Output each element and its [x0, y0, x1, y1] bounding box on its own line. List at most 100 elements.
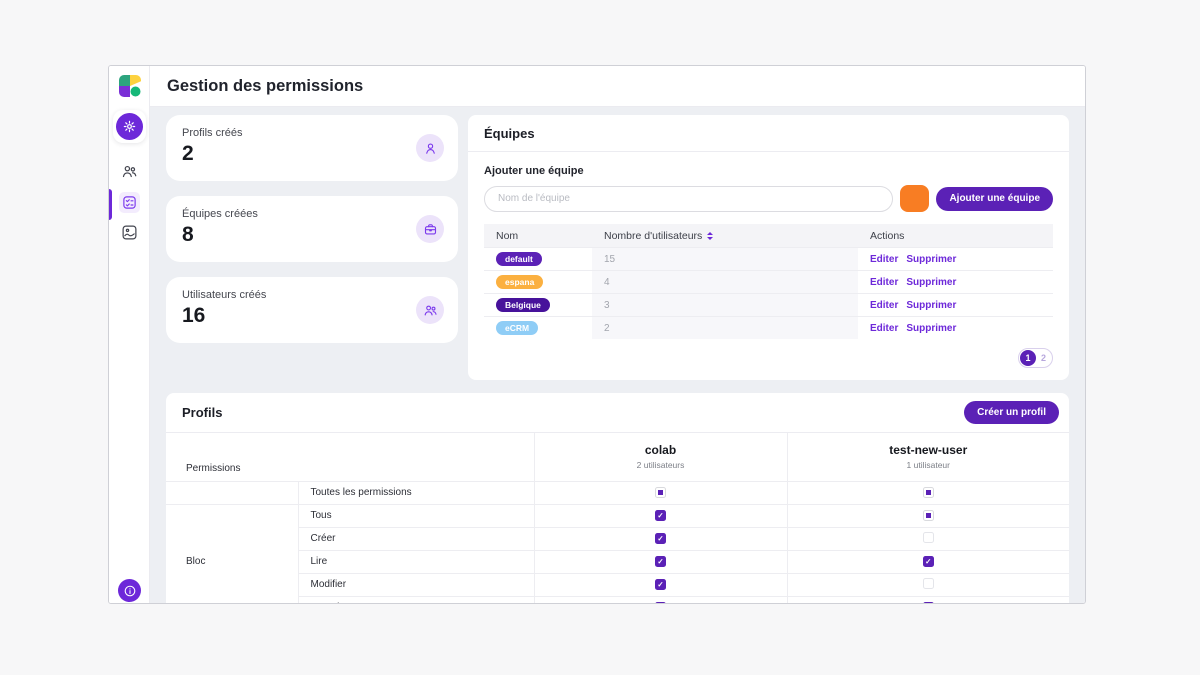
pagination: 1 2 [1018, 348, 1053, 368]
person-icon [416, 134, 444, 162]
permission-checkbox-checked[interactable]: ✓ [923, 602, 934, 603]
permission-row: Supprimer✓✓ [166, 596, 1069, 603]
edit-link[interactable]: Editer [870, 277, 898, 288]
permission-label: Créer [298, 527, 534, 550]
teams-table-header: Nom Nombre d'utilisateurs Actions [484, 224, 1053, 247]
team-users-count: 4 [592, 271, 858, 293]
teams-table-body: default 15 Editer Supprimer espana 4 Editer Sup… [484, 247, 1053, 339]
stat-label: Utilisateurs créés [182, 289, 442, 301]
header-nom: Nom [484, 224, 592, 247]
permission-checkbox-indeterminate[interactable] [923, 510, 934, 521]
media-icon [121, 224, 138, 241]
permission-group-cell [166, 481, 298, 504]
stat-card-users: Utilisateurs créés 16 [166, 277, 458, 343]
permission-row: Toutes les permissions [166, 481, 1069, 504]
permission-label: Tous [298, 504, 534, 527]
delete-link[interactable]: Supprimer [906, 254, 956, 265]
profile-user-count: 2 utilisateurs [535, 460, 787, 470]
team-users-count: 15 [592, 248, 858, 270]
checkbox-cell [787, 481, 1069, 504]
profiles-panel-title: Profils [182, 405, 222, 420]
permission-checkbox-unchecked[interactable] [923, 578, 934, 589]
permissions-header-row: Permissionscolab 2 utilisateurstest-new-u… [166, 433, 1069, 481]
team-actions-cell: Editer Supprimer [858, 294, 1053, 316]
team-name-cell: default [484, 248, 592, 270]
pagination-page-2[interactable]: 2 [1036, 353, 1051, 363]
team-name-input[interactable] [484, 186, 893, 212]
delete-link[interactable]: Supprimer [906, 277, 956, 288]
sidebar-item-settings[interactable] [113, 110, 146, 143]
permission-row: Lire ✓ ✓ [166, 550, 1069, 573]
team-name-cell: espana [484, 271, 592, 293]
permission-row: Créer ✓ [166, 527, 1069, 550]
topbar: Gestion des permissions [150, 66, 1085, 107]
pagination-page-1[interactable]: 1 [1020, 350, 1036, 366]
team-actions-cell: Editer Supprimer [858, 248, 1053, 270]
permission-checkbox-checked[interactable]: ✓ [923, 556, 934, 567]
team-actions-cell: Editer Supprimer [858, 317, 1053, 339]
create-profile-button[interactable]: Créer un profil [964, 401, 1059, 424]
team-name-cell: Belgique [484, 294, 592, 316]
permission-checkbox-unchecked[interactable] [923, 532, 934, 543]
team-row: espana 4 Editer Supprimer [484, 270, 1053, 293]
sidebar-item-media[interactable] [109, 224, 150, 241]
permission-checkbox-checked[interactable]: ✓ [655, 510, 666, 521]
team-badge: espana [496, 275, 543, 290]
checkbox-cell [534, 481, 787, 504]
add-team-button[interactable]: Ajouter une équipe [936, 187, 1053, 211]
edit-link[interactable]: Editer [870, 323, 898, 334]
stat-card-profiles: Profils créés 2 [166, 115, 458, 181]
add-team-label: Ajouter une équipe [484, 165, 1053, 177]
checkbox-cell: ✓ [534, 596, 787, 603]
stat-card-teams: Équipes créées 8 [166, 196, 458, 262]
permission-checkbox-indeterminate[interactable] [923, 487, 934, 498]
permission-checkbox-indeterminate[interactable] [655, 487, 666, 498]
team-row: Belgique 3 Editer Supprimer [484, 293, 1053, 316]
header-actions: Actions [858, 224, 1053, 247]
team-row: eCRM2EditerSupprimer [484, 316, 1053, 339]
permissions-header-label: Permissions [166, 433, 534, 481]
permissions-table: Permissionscolab 2 utilisateurstest-new-u… [166, 433, 1069, 603]
stat-value: 8 [182, 223, 442, 247]
team-users-count: 3 [592, 294, 858, 316]
edit-link[interactable]: Editer [870, 254, 898, 265]
team-row: default 15 Editer Supprimer [484, 247, 1053, 270]
checkbox-cell [787, 573, 1069, 596]
header-users: Nombre d'utilisateurs [592, 224, 858, 247]
permission-label: Lire [298, 550, 534, 573]
team-badge: default [496, 252, 542, 267]
delete-link[interactable]: Supprimer [906, 300, 956, 311]
team-badge: Belgique [496, 298, 550, 313]
permission-checkbox-checked[interactable]: ✓ [655, 602, 666, 603]
info-button[interactable] [118, 579, 141, 602]
delete-link[interactable]: Supprimer [906, 323, 956, 334]
checkbox-cell [787, 527, 1069, 550]
edit-link[interactable]: Editer [870, 300, 898, 311]
team-users-count: 2 [592, 317, 858, 339]
permission-label: Toutes les permissions [298, 481, 534, 504]
team-actions-cell: Editer Supprimer [858, 271, 1053, 293]
logo-icon [117, 73, 143, 99]
permission-checkbox-checked[interactable]: ✓ [655, 579, 666, 590]
info-icon [123, 584, 137, 598]
sidebar-item-permissions[interactable] [109, 192, 150, 213]
teams-panel-title: Équipes [468, 115, 1069, 152]
profile-column-header: test-new-user1 utilisateur [787, 433, 1069, 481]
permission-checkbox-checked[interactable]: ✓ [655, 556, 666, 567]
content-area: Profils créés 2 Équipes créées 8 [150, 107, 1085, 603]
people-icon [416, 296, 444, 324]
page-title: Gestion des permissions [167, 77, 363, 96]
permissions-table-body: Permissionscolab 2 utilisateurstest-new-u… [166, 433, 1069, 603]
checkbox-cell: ✓ [534, 550, 787, 573]
profile-name: colab [535, 443, 787, 457]
permission-checkbox-checked[interactable]: ✓ [655, 533, 666, 544]
sort-icon[interactable] [707, 232, 713, 240]
sidebar-item-users[interactable] [109, 163, 150, 180]
permission-row: Modifier✓ [166, 573, 1069, 596]
permission-group-cell: Bloc [166, 504, 298, 603]
stat-label: Profils créés [182, 127, 442, 139]
color-picker-button[interactable] [900, 185, 929, 212]
active-nav-indicator [109, 189, 112, 220]
app-window: Gestion des permissions Profils créés 2 … [108, 65, 1086, 604]
stat-value: 2 [182, 142, 442, 166]
